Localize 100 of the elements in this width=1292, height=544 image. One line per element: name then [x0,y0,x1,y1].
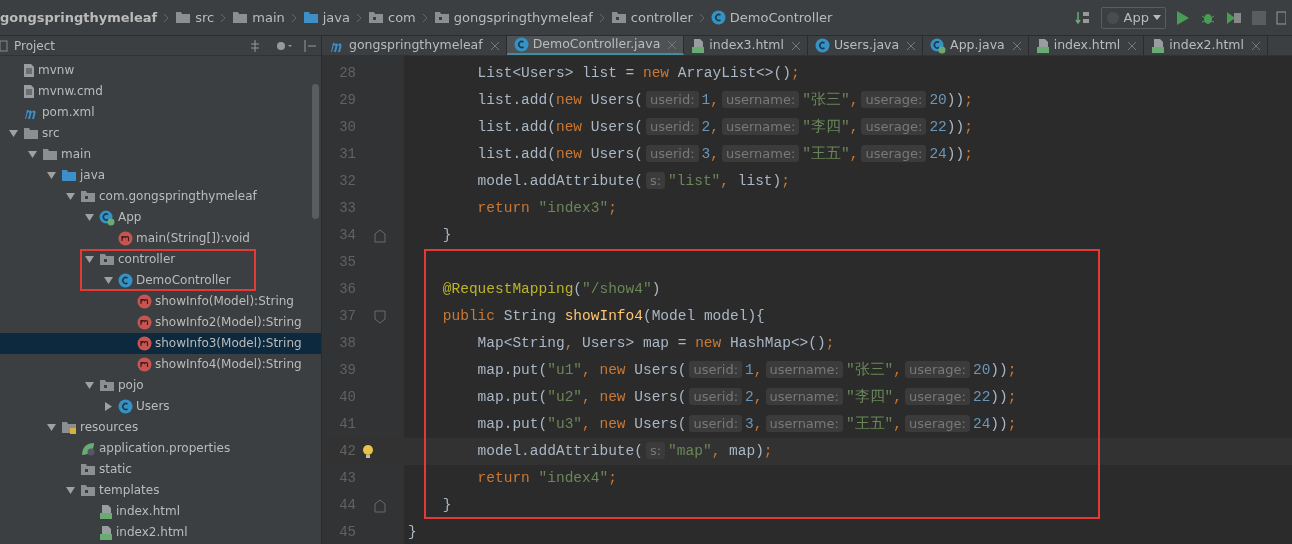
breadcrumb-item[interactable]: main [252,7,285,28]
tree-item[interactable]: resources [44,418,139,437]
tree-item[interactable]: showInfo4(Model):String [120,355,302,374]
html-file-icon [99,503,113,520]
code-line: list.add(new Users( userid: 1, username: "张三", userage: 20)); [476,89,973,110]
resources-folder-icon [61,420,77,435]
tree-item[interactable]: java [44,166,106,185]
tree-item[interactable]: templates [63,481,160,500]
close-icon[interactable] [668,40,677,49]
close-icon[interactable] [1128,41,1137,50]
parameter-hint: userid: [689,387,743,405]
folder-icon [175,11,192,24]
tree-item[interactable]: com.gongspringthymeleaf [63,187,257,206]
editor-tab[interactable]: index3.html [684,36,808,55]
parameter-hint: userage: [905,414,970,432]
tree-item[interactable]: main [25,145,91,164]
tree-item[interactable]: App [82,208,142,227]
sort-icon[interactable] [1074,9,1091,26]
fold-icon[interactable] [374,309,386,324]
expanded-arrow-icon[interactable] [46,423,56,432]
editor-tab[interactable]: App.java [923,36,1029,55]
code-line: List<Users> list = new ArrayList<>(); [476,63,800,83]
breadcrumb-item[interactable]: gongspringthymeleaf [453,7,593,28]
expanded-arrow-icon[interactable] [46,171,56,180]
breadcrumb-item[interactable]: com [388,7,416,28]
panel-title[interactable]: Project [14,36,56,55]
breadcrumb-item[interactable]: src [195,7,215,28]
expanded-arrow-icon[interactable] [65,486,75,495]
code-line: } [441,225,452,245]
tree-item[interactable]: main(String[]):void [101,229,250,248]
editor-tab[interactable]: index.html [1028,36,1145,55]
lightbulb-icon[interactable] [362,443,374,460]
code-line: map.put("u1", new Users( userid: 1, username: "张三", userage: 20)); [476,359,1017,380]
tree-item[interactable]: pojo [82,376,144,395]
parameter-hint: userid: [645,90,699,108]
tree-item[interactable]: Users [101,397,170,416]
expanded-arrow-icon[interactable] [27,150,37,159]
expanded-arrow-icon[interactable] [103,276,113,285]
tree-item[interactable]: showInfo(Model):String [120,292,294,311]
parameter-hint: username: [722,144,800,162]
tree-item[interactable]: static [63,460,132,479]
parameter-hint: username: [722,90,800,108]
close-icon[interactable] [1012,41,1021,50]
close-icon[interactable] [791,41,800,50]
tree-item[interactable]: src [6,124,60,143]
package-folder-icon [99,253,115,266]
chevron-icon [220,12,227,23]
tree-item[interactable]: controller [82,250,176,269]
tree-item[interactable]: index.html [82,502,180,521]
editor-tab[interactable]: index2.html [1144,36,1268,55]
breadcrumb-item[interactable]: controller [630,7,693,28]
coverage-icon[interactable] [1226,9,1242,26]
code-line: return "index4"; [476,468,617,488]
expanded-arrow-icon[interactable] [84,255,94,264]
structure-icon[interactable] [1276,9,1286,26]
package-folder-icon [80,463,96,476]
tree-item[interactable]: application.properties [63,439,231,458]
class-icon [814,38,830,53]
code-line: Map<String, Users> map = new HashMap<>(); [476,333,835,353]
fold-icon[interactable] [374,228,386,243]
collapse-all-icon[interactable] [249,39,261,52]
breadcrumb-item[interactable]: DemoController [729,7,833,28]
file-icon [23,84,35,99]
tree-item[interactable]: DemoController [101,271,231,290]
editor-tab[interactable]: DemoController.java [506,36,685,55]
expanded-arrow-icon[interactable] [65,192,75,201]
scrollbar[interactable] [312,84,319,219]
breadcrumb-item[interactable]: gongspringthymeleaf [0,7,158,28]
collapsed-arrow-icon[interactable] [103,402,113,411]
expanded-arrow-icon[interactable] [8,129,18,138]
run-icon[interactable] [1176,9,1190,26]
tree-item[interactable]: pom.xml [6,103,95,122]
tree-item[interactable]: showInfo3(Model):String [120,334,302,353]
tree-item[interactable]: mvnw [6,61,75,80]
editor-tab[interactable]: gongspringthymeleaf [322,36,507,55]
parameter-hint: username: [765,414,843,432]
fold-icon[interactable] [374,498,386,513]
parameter-hint: username: [765,360,843,378]
close-icon[interactable] [907,41,916,50]
hide-panel-icon[interactable] [303,39,317,52]
tree-item[interactable]: mvnw.cmd [6,82,103,101]
package-folder-icon [433,11,450,24]
breadcrumb-item[interactable]: java [322,7,350,28]
stop-icon[interactable] [1252,10,1266,25]
parameter-hint: userid: [645,117,699,135]
code-line: public String showInfo4(Model model){ [441,306,765,326]
expanded-arrow-icon[interactable] [84,213,94,222]
editor-tab[interactable]: Users.java [807,36,924,55]
tree-item[interactable]: showInfo2(Model):String [120,313,302,332]
tree-item[interactable]: index2.html [82,523,188,542]
parameter-hint: userage: [861,117,927,135]
close-icon[interactable] [1251,41,1260,50]
run-config-dropdown[interactable]: App [1100,6,1166,29]
method-icon [137,294,152,309]
expanded-arrow-icon[interactable] [84,381,94,390]
package-folder-icon [368,11,384,24]
settings-icon[interactable] [275,39,293,52]
close-icon[interactable] [490,41,499,50]
code-line: list.add(new Users( userid: 3, username: "王五", userage: 24)); [476,143,973,164]
chevron-icon [356,12,362,23]
